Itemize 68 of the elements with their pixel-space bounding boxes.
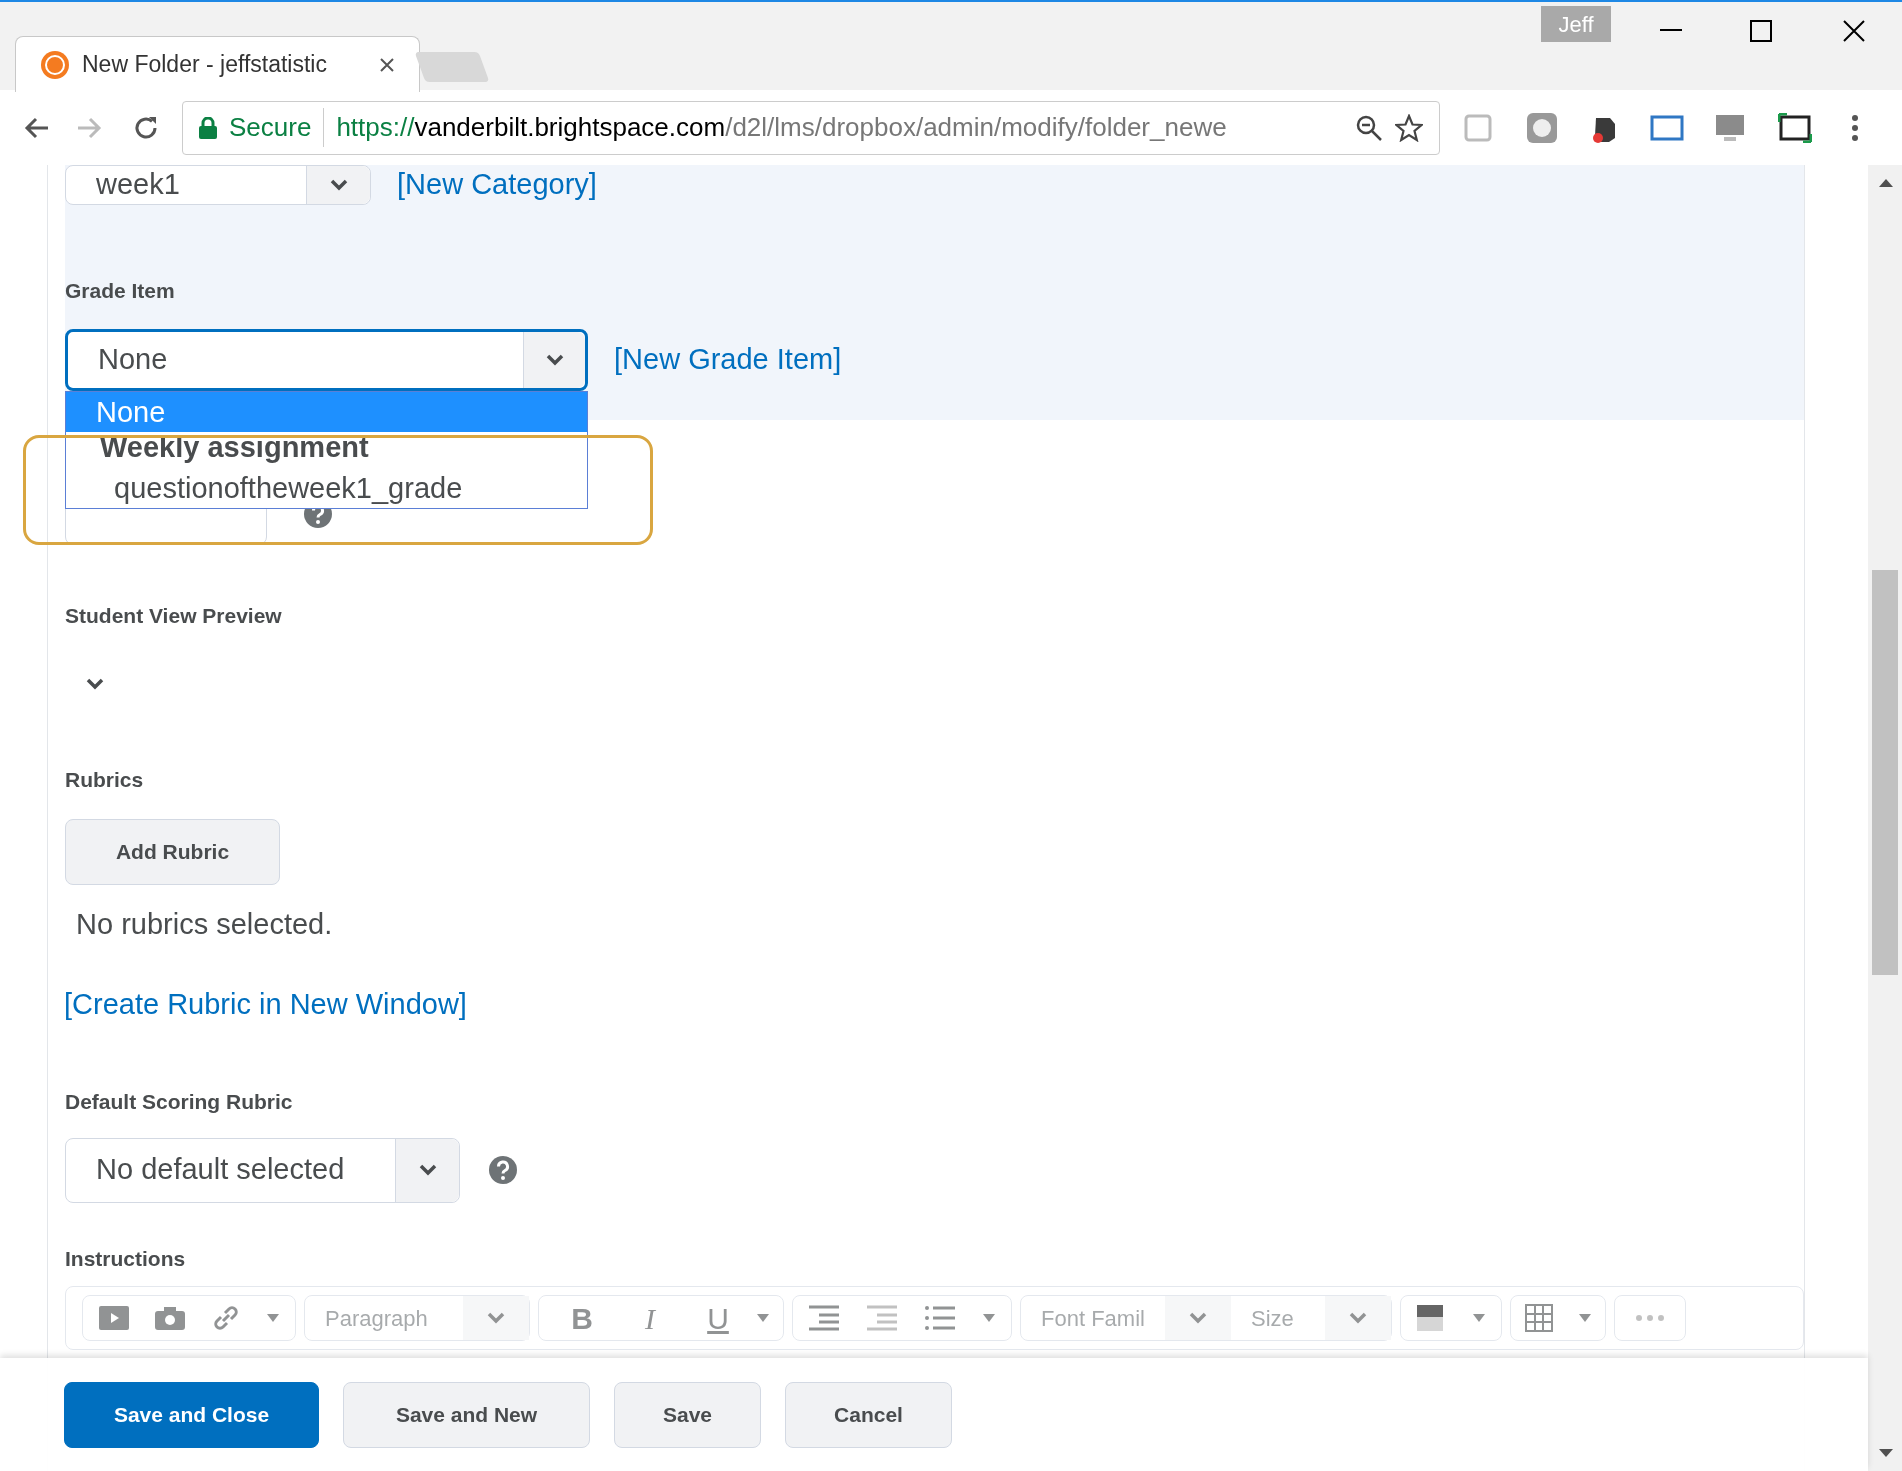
video-icon[interactable]	[99, 1306, 129, 1330]
caret-icon[interactable]	[1473, 1314, 1485, 1322]
category-select[interactable]: week1	[65, 165, 371, 205]
more-icon	[1636, 1315, 1664, 1321]
caret-icon[interactable]	[1579, 1314, 1591, 1322]
list-icon[interactable]	[925, 1305, 955, 1331]
format-toggle[interactable]: B	[553, 1295, 611, 1341]
new-category-link[interactable]: [New Category]	[397, 165, 597, 207]
footer-button[interactable]: Cancel	[785, 1381, 952, 1448]
link-icon[interactable]	[211, 1303, 241, 1333]
rubric-status-text: No rubrics selected.	[76, 907, 333, 942]
zoom-icon[interactable]	[1355, 113, 1383, 142]
camera-icon[interactable]	[155, 1306, 185, 1330]
format-toggle[interactable]: I	[621, 1295, 679, 1341]
section-label: Student View Preview	[65, 603, 282, 629]
table-icon[interactable]	[1525, 1304, 1553, 1332]
dropdown-option[interactable]: None	[66, 391, 587, 432]
secure-label: Secure	[229, 108, 325, 147]
dropdown-option[interactable]: questionoftheweek1_grade	[66, 467, 587, 508]
scroll-up-icon[interactable]	[1879, 179, 1893, 187]
default-rubric-select[interactable]: No default selected	[65, 1137, 460, 1203]
maximize-icon[interactable]	[1750, 20, 1772, 42]
format-toggle[interactable]: U	[689, 1295, 747, 1341]
chevron-down-icon	[544, 353, 565, 366]
extension-icon[interactable]	[1526, 111, 1558, 144]
screen-capture-icon[interactable]	[1778, 112, 1812, 143]
footer-button[interactable]: Save and Close	[64, 1381, 319, 1448]
help-icon[interactable]	[488, 1155, 518, 1185]
section-label: Default Scoring Rubric	[65, 1089, 293, 1115]
star-icon[interactable]	[1395, 113, 1423, 142]
caret-icon[interactable]	[267, 1314, 279, 1322]
scrollbar[interactable]	[1868, 165, 1902, 1471]
caret-icon[interactable]	[983, 1314, 995, 1322]
indent-icon[interactable]	[809, 1305, 839, 1331]
menu-icon[interactable]	[1852, 114, 1858, 141]
url-text: https://vanderbilt.brightspace.com/d2l/lms/dropbox/admin/modify/folder_newe	[336, 111, 1227, 144]
field-label: Grade Item	[65, 278, 175, 304]
create-rubric-link[interactable]: [Create Rubric in New Window]	[64, 982, 467, 1026]
close-icon[interactable]	[379, 56, 395, 73]
monitor-icon[interactable]	[1714, 112, 1746, 143]
section-label: Rubrics	[65, 766, 144, 793]
footer-button[interactable]: Save	[614, 1381, 761, 1448]
site-logo-icon	[40, 49, 70, 80]
footer-button[interactable]: Save and New	[343, 1381, 590, 1448]
tab-title: New Folder - jeffstatistic	[82, 50, 327, 80]
back-arrow-icon[interactable]	[24, 115, 50, 140]
lock-icon	[199, 116, 217, 139]
grade-item-select[interactable]: None	[65, 328, 588, 391]
section-label: Instructions	[65, 1245, 186, 1272]
add-rubric-button[interactable]: Add Rubric	[65, 819, 280, 885]
browser-tab[interactable]: New Folder - jeffstatistic	[15, 36, 420, 92]
close-icon[interactable]	[1843, 20, 1865, 42]
chevron-down-icon	[328, 179, 349, 191]
outdent-icon[interactable]	[867, 1305, 897, 1331]
scroll-down-icon[interactable]	[1879, 1449, 1893, 1457]
caret-icon[interactable]	[757, 1314, 769, 1322]
chevron-down-icon	[486, 1312, 506, 1324]
more-options-button[interactable]	[1614, 1295, 1686, 1341]
chevron-down-icon	[85, 677, 105, 690]
chevron-down-icon	[417, 1164, 438, 1176]
option-group-label: Weekly assignment	[99, 431, 370, 465]
window-icon[interactable]	[1650, 113, 1684, 142]
new-grade-item-link[interactable]: [New Grade Item]	[614, 337, 842, 382]
text-color-swatch-icon[interactable]	[1417, 1305, 1443, 1331]
address-bar[interactable]: Secure https://vanderbilt.brightspace.com/d2l/lms/dropbox/admin/modify/folder_newe	[182, 100, 1440, 155]
forward-arrow-icon[interactable]	[76, 115, 102, 140]
scrollbar-thumb[interactable]	[1872, 570, 1898, 975]
extension-icon[interactable]	[1464, 113, 1492, 142]
